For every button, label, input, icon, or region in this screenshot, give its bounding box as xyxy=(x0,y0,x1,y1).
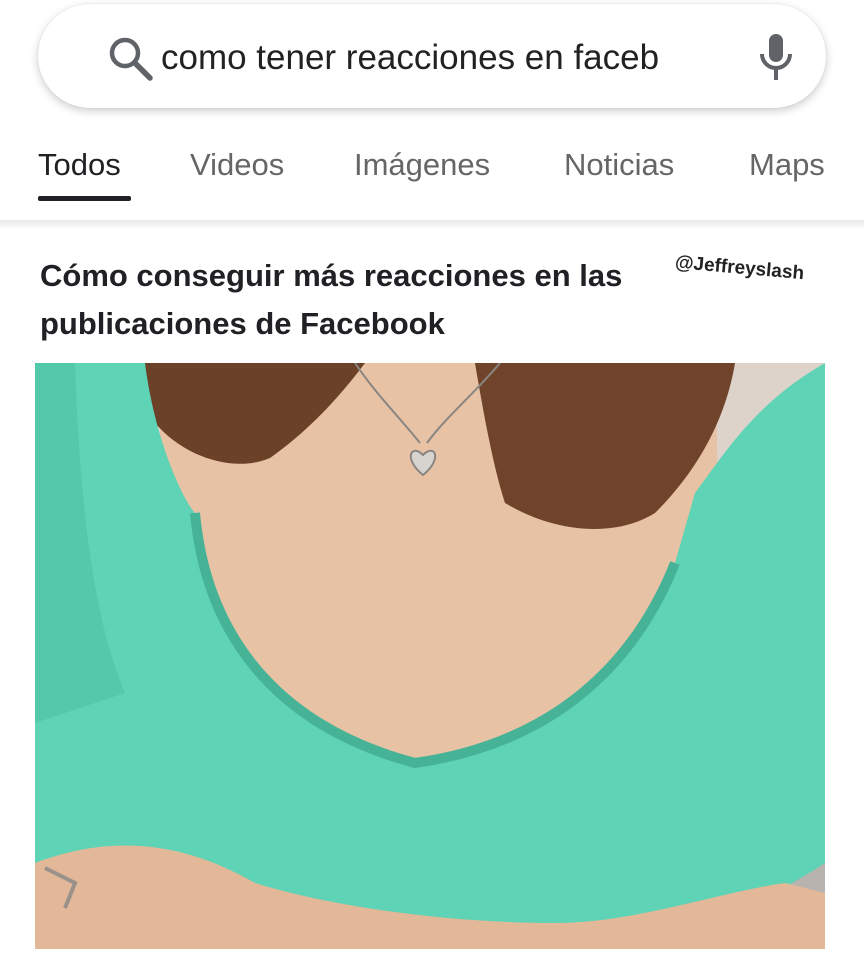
search-bar[interactable] xyxy=(38,4,826,108)
search-icon[interactable] xyxy=(106,34,156,84)
search-input[interactable] xyxy=(161,30,751,86)
tab-noticias[interactable]: Noticias xyxy=(564,147,674,183)
watermark: @Jeffreyslash xyxy=(674,252,805,285)
tab-todos[interactable]: Todos xyxy=(38,147,121,183)
mic-icon[interactable] xyxy=(756,32,796,84)
tab-videos[interactable]: Videos xyxy=(190,147,284,183)
search-tabs: Todos Videos Imágenes Noticias Maps xyxy=(0,130,864,220)
tabs-divider xyxy=(0,220,864,230)
tab-maps[interactable]: Maps xyxy=(749,147,825,183)
result-image-illustration xyxy=(35,363,825,949)
tab-imagenes[interactable]: Imágenes xyxy=(354,147,490,183)
search-results-page: Todos Videos Imágenes Noticias Maps Cómo… xyxy=(0,0,864,960)
result-title[interactable]: Cómo conseguir más reacciones en las pub… xyxy=(40,252,680,348)
result-image[interactable] xyxy=(35,363,825,949)
active-tab-indicator xyxy=(38,196,131,201)
